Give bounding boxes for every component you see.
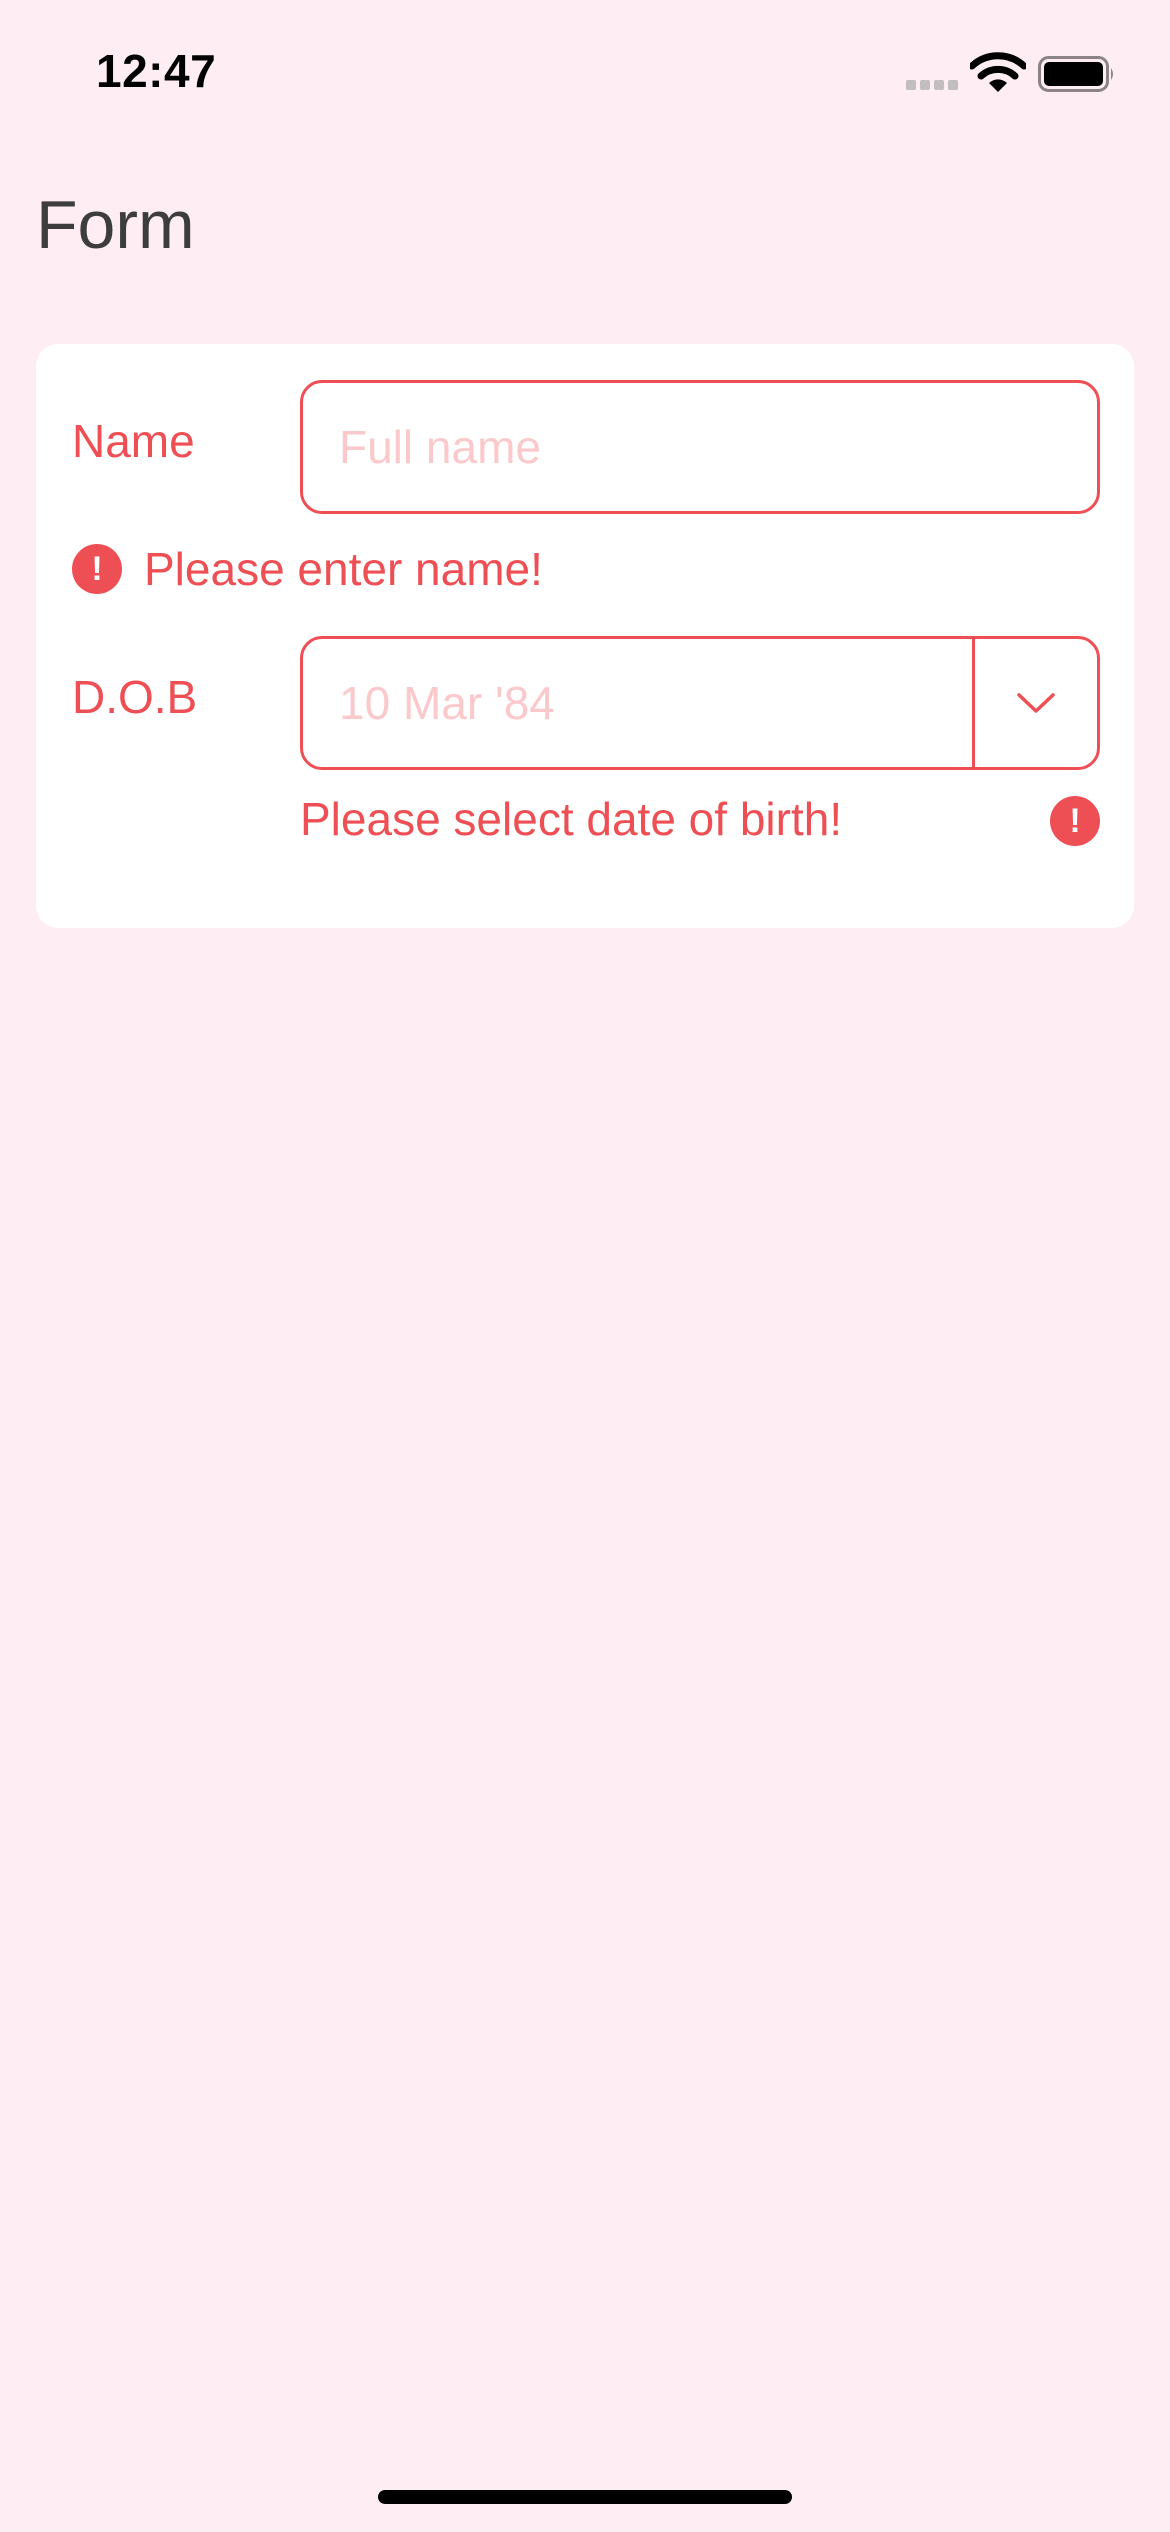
wifi-icon (970, 52, 1026, 92)
status-time: 12:47 (96, 45, 217, 97)
chevron-down-icon (1017, 693, 1055, 713)
screen: 12:47 Form Name ! Please enter name! D.O… (0, 0, 1170, 2532)
dob-placeholder: 10 Mar '84 (339, 677, 555, 729)
name-error-text: Please enter name! (144, 543, 543, 595)
dob-date-picker[interactable]: 10 Mar '84 (300, 636, 1100, 770)
cellular-signal-icon (906, 80, 960, 92)
name-label: Name (72, 415, 195, 467)
name-input[interactable] (300, 380, 1100, 514)
form-card: Name ! Please enter name! D.O.B 10 Mar '… (36, 344, 1134, 928)
name-error-message: ! Please enter name! (72, 540, 543, 598)
error-icon: ! (72, 544, 122, 594)
page-title: Form (36, 187, 195, 263)
dob-label: D.O.B (72, 671, 198, 723)
battery-icon (1038, 56, 1113, 92)
status-bar: 12:47 (0, 0, 1170, 140)
dob-dropdown-button[interactable] (975, 639, 1097, 767)
home-indicator[interactable] (378, 2490, 792, 2504)
error-icon: ! (1050, 796, 1100, 846)
dob-error-text: Please select date of birth! (300, 793, 843, 845)
